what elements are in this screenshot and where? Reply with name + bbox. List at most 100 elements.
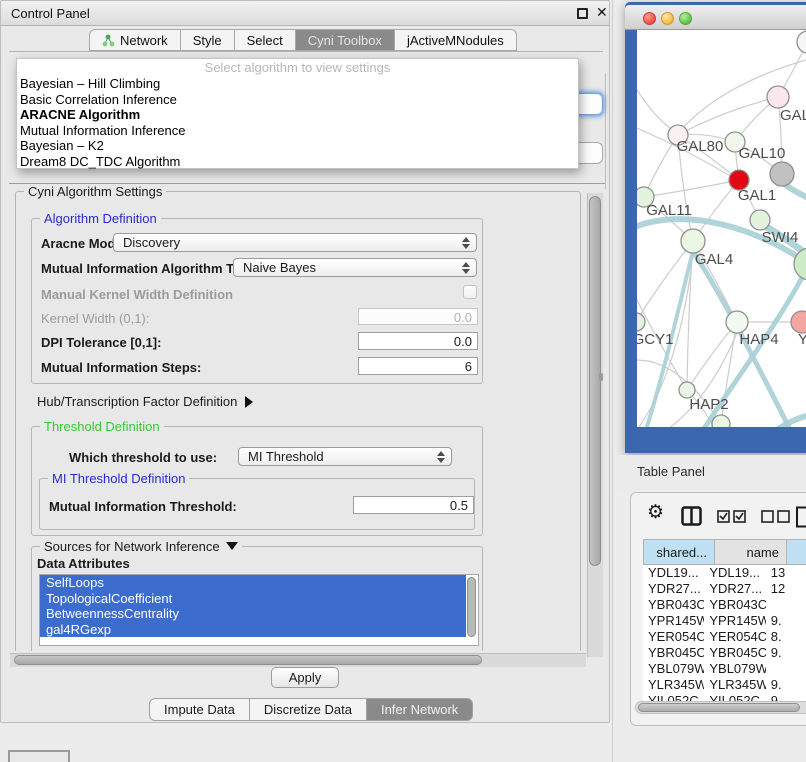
table-row[interactable]: YBR043CYBR043C (643, 597, 806, 613)
node-label: HAP4 (739, 331, 778, 348)
network-edge[interactable] (637, 90, 673, 130)
tab-infer-network[interactable]: Infer Network (367, 698, 473, 721)
gear-icon[interactable]: ⚙ (647, 503, 664, 522)
tab-network[interactable]: Network (89, 29, 181, 51)
tab-select[interactable]: Select (235, 29, 296, 51)
table-row[interactable]: YLR345WYLR345W9. (643, 677, 806, 693)
network-node[interactable] (797, 31, 806, 53)
algorithm-option-dream8-dc-tdc-algorithm[interactable]: Dream8 DC_TDC Algorithm (17, 154, 578, 170)
mi-steps-label: Mutual Information Steps: (41, 360, 201, 375)
mi-threshold-field[interactable]: 0.5 (353, 496, 474, 514)
table-row[interactable]: YBL079WYBL079W (643, 661, 806, 677)
network-node-gal[interactable] (767, 86, 789, 108)
table-panel: ⚙ shared... name YDL19...YDL19...13YDR27… (630, 492, 806, 726)
network-node-hap4[interactable] (726, 311, 748, 333)
network-node-gal4[interactable] (681, 229, 705, 253)
attribute-item-selfloops[interactable]: SelfLoops (40, 575, 466, 591)
network-node[interactable] (770, 162, 794, 186)
column-view-icon[interactable] (681, 506, 702, 526)
table-panel-title: Table Panel (637, 464, 705, 479)
window-minimize-button[interactable] (661, 12, 674, 25)
mi-threshold-label: Mutual Information Threshold: (49, 499, 237, 514)
list-scrollbar[interactable] (467, 577, 476, 637)
mi-algorithm-type-combo[interactable]: Naive Bayes (233, 258, 477, 277)
checked-boxes-icon[interactable] (717, 510, 747, 523)
network-canvas[interactable]: GALGAL80GAL10GAL1GAL11SWI4GAL4GCY1HAP4YH… (637, 30, 806, 427)
apply-button[interactable]: Apply (271, 667, 339, 688)
chevron-updown-icon (462, 262, 470, 274)
table-row[interactable]: YPR145WYPR145W9. (643, 613, 806, 629)
column-header-third[interactable] (787, 539, 806, 565)
table-cell: 9. (766, 677, 806, 693)
control-panel: Control Panel ✕ NetworkStyleSelectCyni T… (0, 0, 610, 723)
panel-title: Control Panel (11, 6, 90, 21)
manual-kernel-checkbox[interactable] (463, 285, 477, 299)
network-edge-highlighted[interactable] (755, 416, 806, 427)
settings-vscrollbar-thumb[interactable] (589, 196, 601, 566)
table-row[interactable]: YER054CYER054C8. (643, 629, 806, 645)
triangle-right-icon (245, 396, 253, 408)
tab-cyni-toolbox[interactable]: Cyni Toolbox (296, 29, 395, 51)
attribute-item-gal4rgexp[interactable]: gal4RGexp (40, 622, 466, 638)
table-cell: 13 (766, 565, 806, 581)
float-panel-icon[interactable] (577, 8, 588, 19)
table-cell: YLR345W (704, 677, 765, 693)
document-icon[interactable] (795, 506, 806, 528)
table-cell: YBR043C (643, 597, 704, 613)
tab-divider (9, 51, 603, 52)
manual-kernel-label: Manual Kernel Width Definition (41, 287, 233, 302)
column-header-shared-name[interactable]: shared... (643, 539, 715, 565)
network-node[interactable] (712, 415, 730, 427)
table-cell: 12 (766, 581, 806, 597)
tab-style[interactable]: Style (181, 29, 235, 51)
attribute-item-betweennesscentrality[interactable]: BetweennessCentrality (40, 606, 466, 622)
tab-discretize-data[interactable]: Discretize Data (250, 698, 367, 721)
aracne-mode-combo[interactable]: Discovery (113, 233, 477, 252)
kernel-width-label: Kernel Width (0,1): (41, 311, 149, 326)
table-body[interactable]: YDL19...YDL19...13YDR27...YDR27...12YBR0… (643, 565, 806, 701)
table-row[interactable]: YIL052CYIL052C9 (643, 693, 806, 701)
node-label: SWI4 (762, 229, 799, 246)
network-edge[interactable] (678, 97, 778, 135)
column-header-name[interactable]: name (715, 539, 787, 565)
table-cell: 9. (766, 645, 806, 661)
algorithm-option-aracne-algorithm[interactable]: ARACNE Algorithm (17, 107, 578, 123)
tab-jactivemnodules[interactable]: jActiveMNodules (395, 29, 517, 51)
threshold-definition-title: Threshold Definition (40, 419, 164, 434)
table-cell (766, 661, 806, 677)
table-hscrollbar-track[interactable] (635, 701, 806, 714)
table-row[interactable]: YDL19...YDL19...13 (643, 565, 806, 581)
hub-definition-toggle[interactable]: Hub/Transcription Factor Definition (37, 394, 253, 409)
splitpane-handle[interactable] (599, 373, 603, 381)
control-panel-titlebar: Control Panel ✕ (1, 1, 609, 26)
network-node-gcy1[interactable] (637, 313, 645, 331)
settings-hscrollbar-thumb[interactable] (14, 655, 482, 665)
table-row[interactable]: YBR045CYBR045C9. (643, 645, 806, 661)
table-cell: YER054C (704, 629, 765, 645)
dpi-tolerance-field[interactable]: 0.0 (358, 332, 478, 350)
table-header-row: shared... name (643, 539, 806, 565)
data-attributes-list[interactable]: SelfLoopsTopologicalCoefficientBetweenne… (39, 574, 479, 646)
table-row[interactable]: YDR27...YDR27...12 (643, 581, 806, 597)
network-node-gal1[interactable] (750, 210, 770, 230)
close-icon[interactable]: ✕ (596, 4, 608, 21)
table-cell: YIL052C (704, 693, 765, 701)
attribute-item-topologicalcoefficient[interactable]: TopologicalCoefficient (40, 591, 466, 607)
network-edge[interactable] (644, 180, 739, 197)
algorithm-option-bayesian-hill-climbing[interactable]: Bayesian – Hill Climbing (17, 76, 578, 92)
tab-impute-data[interactable]: Impute Data (149, 698, 250, 721)
unchecked-boxes-icon[interactable] (761, 510, 791, 523)
algorithm-option-basic-correlation-inference[interactable]: Basic Correlation Inference (17, 92, 578, 108)
table-cell: YIL052C (643, 693, 704, 701)
table-hscrollbar-thumb[interactable] (638, 703, 800, 712)
window-zoom-button[interactable] (679, 12, 692, 25)
algorithm-option-bayesian-k2[interactable]: Bayesian – K2 (17, 138, 578, 154)
algorithm-option-mutual-information-inference[interactable]: Mutual Information Inference (17, 123, 578, 139)
network-node-y[interactable] (791, 311, 806, 333)
mi-steps-field[interactable]: 6 (358, 357, 478, 375)
collapsed-panel-icon[interactable] (8, 750, 70, 762)
window-close-button[interactable] (643, 12, 656, 25)
which-threshold-combo[interactable]: MI Threshold (238, 447, 452, 466)
kernel-width-field[interactable]: 0.0 (358, 308, 478, 325)
node-label: GCY1 (637, 331, 673, 348)
